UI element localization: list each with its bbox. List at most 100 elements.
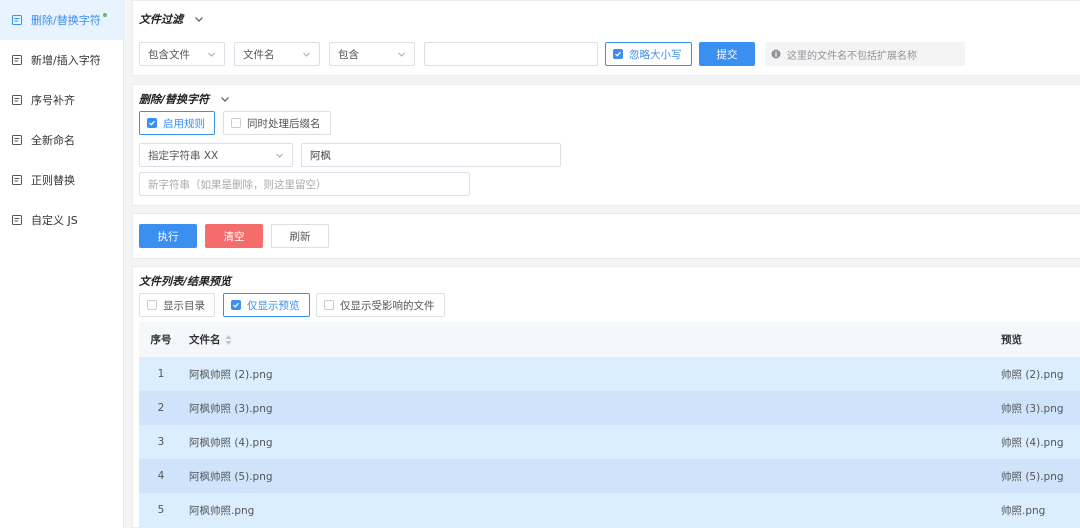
row-no: 4 xyxy=(157,470,165,482)
operator-select-value: 包含 xyxy=(338,48,359,61)
filter-header[interactable]: 文件过滤 xyxy=(139,11,205,27)
show-dirs-checkbox[interactable]: 显示目录 xyxy=(139,293,215,317)
row-preview: 帅照 (5).png xyxy=(1001,470,1064,483)
sidebar-item-regex[interactable]: 正则替换 xyxy=(0,160,123,200)
row-no: 5 xyxy=(157,504,165,516)
chevron-down-icon xyxy=(195,17,203,22)
only-affected-label: 仅显示受影响的文件 xyxy=(340,299,435,312)
document-icon xyxy=(12,175,22,185)
show-dirs-label: 显示目录 xyxy=(163,299,205,312)
scope-select[interactable]: 包含文件 xyxy=(139,42,225,66)
filter-value-input[interactable] xyxy=(424,42,598,66)
check-icon xyxy=(149,120,155,126)
column-name[interactable]: 文件名 xyxy=(189,332,232,347)
operator-select[interactable]: 包含 xyxy=(329,42,415,66)
checkbox-box xyxy=(231,118,241,128)
checkbox-box xyxy=(613,49,623,59)
row-preview: 帅照.png xyxy=(1001,504,1046,517)
sort-icon[interactable] xyxy=(225,334,232,346)
replace-string-input[interactable]: 新字符串（如果是删除，则这里留空） xyxy=(139,172,470,196)
process-suffix-checkbox[interactable]: 同时处理后缀名 xyxy=(223,111,331,135)
column-no: 序号 xyxy=(150,334,172,346)
sidebar-item-insert[interactable]: 新增/插入字符 xyxy=(0,40,123,80)
sidebar-item-label: 全新命名 xyxy=(31,134,75,147)
sidebar-item-label: 自定义 JS xyxy=(31,214,78,227)
sidebar-item-delete-replace[interactable]: 删除/替换字符 xyxy=(0,0,123,40)
table-row[interactable]: 1 阿枫帅照 (2).png 帅照 (2).png xyxy=(139,357,1080,391)
row-preview: 帅照 (3).png xyxy=(1001,402,1064,415)
sidebar-item-pad-number[interactable]: 序号补齐 xyxy=(0,80,123,120)
find-string-input[interactable]: 阿枫 xyxy=(301,143,561,167)
row-name: 阿枫帅照 (4).png xyxy=(189,436,273,449)
match-mode-value: 指定字符串 XX xyxy=(148,149,219,162)
table-header: 序号 文件名 预览 xyxy=(139,322,1080,357)
rule-header[interactable]: 删除/替换字符 xyxy=(139,91,231,107)
match-mode-select[interactable]: 指定字符串 XX xyxy=(139,143,293,167)
column-preview: 预览 xyxy=(1001,334,1022,346)
table-row[interactable]: 2 阿枫帅照 (3).png 帅照 (3).png xyxy=(139,391,1080,425)
sidebar-item-label: 正则替换 xyxy=(31,174,75,187)
refresh-button[interactable]: 刷新 xyxy=(271,224,329,248)
document-icon xyxy=(12,15,22,25)
filter-hint: 这里的文件名不包括扩展名称 xyxy=(765,42,965,66)
target-select[interactable]: 文件名 xyxy=(234,42,320,66)
execute-button[interactable]: 执行 xyxy=(139,224,197,248)
chevron-down-icon xyxy=(221,97,229,102)
chevron-down-icon xyxy=(303,52,310,57)
submit-button[interactable]: 提交 xyxy=(699,42,755,66)
row-preview: 帅照 (4).png xyxy=(1001,436,1064,449)
sidebar-item-label: 新增/插入字符 xyxy=(31,54,101,67)
row-no: 1 xyxy=(157,368,165,380)
row-preview: 帅照 (2).png xyxy=(1001,368,1064,381)
row-name: 阿枫帅照 (2).png xyxy=(189,368,273,381)
chevron-down-icon xyxy=(208,52,215,57)
only-preview-checkbox[interactable]: 仅显示预览 xyxy=(223,293,310,317)
sidebar-item-custom-js[interactable]: 自定义 JS xyxy=(0,200,123,240)
checkbox-box xyxy=(231,300,241,310)
sidebar-item-label: 删除/替换字符 xyxy=(31,14,101,27)
filter-hint-text: 这里的文件名不包括扩展名称 xyxy=(787,50,917,62)
row-no: 3 xyxy=(157,436,165,448)
check-icon xyxy=(615,51,621,57)
ignore-case-checkbox[interactable]: 忽略大小写 xyxy=(605,42,692,66)
preview-panel: 文件列表/结果预览 显示目录 仅显示预览 仅显示受影响的文件 序号 文件名 预览… xyxy=(132,266,1080,528)
scope-select-value: 包含文件 xyxy=(148,48,190,61)
document-icon xyxy=(12,135,22,145)
preview-title: 文件列表/结果预览 xyxy=(139,275,232,288)
document-icon xyxy=(12,215,22,225)
target-select-value: 文件名 xyxy=(243,48,275,61)
rule-panel: 删除/替换字符 启用规则 同时处理后缀名 指定字符串 XX 阿枫 新字符串（如果… xyxy=(132,84,1080,206)
row-no: 2 xyxy=(157,402,165,414)
chevron-down-icon xyxy=(276,153,283,158)
table-row[interactable]: 4 阿枫帅照 (5).png 帅照 (5).png xyxy=(139,459,1080,493)
sidebar-item-rename[interactable]: 全新命名 xyxy=(0,120,123,160)
row-name: 阿枫帅照.png xyxy=(189,504,255,517)
sidebar: 删除/替换字符 新增/插入字符 序号补齐 全新命名 正则替换 自定义 JS xyxy=(0,0,124,528)
rule-title: 删除/替换字符 xyxy=(139,93,210,106)
clear-button[interactable]: 清空 xyxy=(205,224,263,248)
only-preview-label: 仅显示预览 xyxy=(247,299,300,312)
only-affected-checkbox[interactable]: 仅显示受影响的文件 xyxy=(316,293,445,317)
process-suffix-label: 同时处理后缀名 xyxy=(247,117,321,130)
document-icon xyxy=(12,55,22,65)
chevron-down-icon xyxy=(398,52,405,57)
document-icon xyxy=(12,95,22,105)
info-icon xyxy=(771,49,781,59)
column-name-label: 文件名 xyxy=(189,334,221,346)
row-name: 阿枫帅照 (5).png xyxy=(189,470,273,483)
enable-rule-checkbox[interactable]: 启用规则 xyxy=(139,111,215,135)
file-filter-panel: 文件过滤 包含文件 文件名 包含 忽略大小写 提交 这里的文件名不包括扩展名称 xyxy=(132,0,1080,76)
actions-panel: 执行 清空 刷新 xyxy=(132,213,1080,259)
checkbox-box xyxy=(147,118,157,128)
status-dot xyxy=(102,13,107,17)
table-row[interactable]: 5 阿枫帅照.png 帅照.png xyxy=(139,493,1080,527)
checkbox-box xyxy=(324,300,334,310)
row-name: 阿枫帅照 (3).png xyxy=(189,402,273,415)
sidebar-item-label: 序号补齐 xyxy=(31,94,75,107)
enable-rule-label: 启用规则 xyxy=(163,117,205,130)
ignore-case-label: 忽略大小写 xyxy=(629,48,682,61)
checkbox-box xyxy=(147,300,157,310)
filter-title: 文件过滤 xyxy=(139,13,183,26)
table-row[interactable]: 3 阿枫帅照 (4).png 帅照 (4).png xyxy=(139,425,1080,459)
check-icon xyxy=(233,302,239,308)
